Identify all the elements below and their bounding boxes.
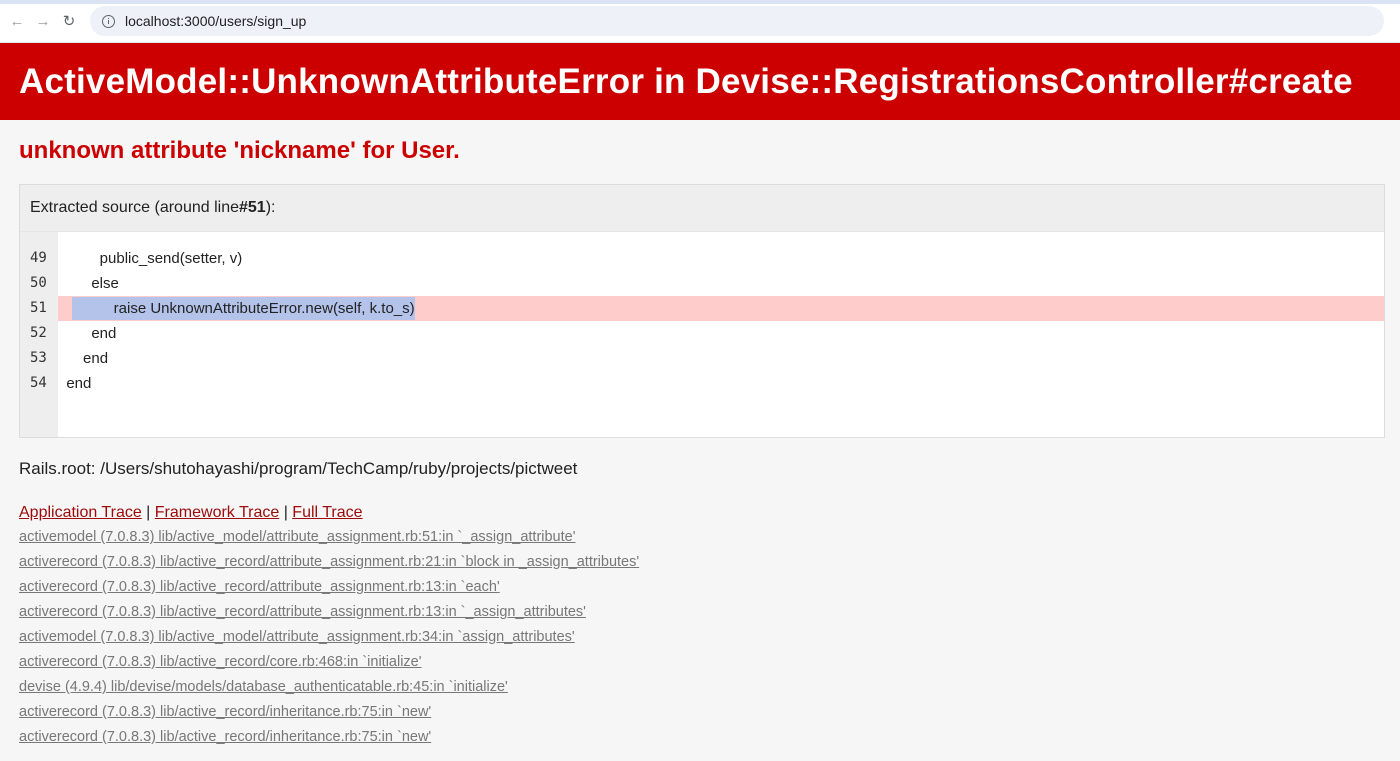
trace-line[interactable]: devise (4.9.4) lib/devise/models/databas… [19,675,1384,700]
error-header: ActiveModel::UnknownAttributeError in De… [0,43,1400,120]
trace-line[interactable]: activerecord (7.0.8.3) lib/active_record… [19,700,1384,725]
trace-line[interactable]: activerecord (7.0.8.3) lib/active_record… [19,725,1384,750]
line-number: 50 [30,275,47,291]
line-number: 54 [30,375,47,391]
code-lines: public_send(setter, v) else raise Unknow… [58,232,1384,437]
error-title: ActiveModel::UnknownAttributeError in De… [19,61,1353,101]
main-content: unknown attribute 'nickname' for User. E… [0,137,1400,750]
arrow-right-icon[interactable]: → [32,10,54,32]
source-title: Extracted source (around line #51): [20,185,1384,232]
line-number: 51 [30,300,47,316]
code-line: end [58,375,92,392]
code-line: else [58,275,119,292]
selected-code: raise UnknownAttributeError.new(self, k.… [72,297,415,320]
code-line: end [58,325,117,342]
source-body: 49 50 51 52 53 54 public_send(setter, v)… [20,232,1384,437]
trace-separator: | [279,504,293,521]
line-number: 52 [30,325,47,341]
trace-list: activemodel (7.0.8.3) lib/active_model/a… [19,525,1384,750]
source-title-prefix: Extracted source (around line [30,199,239,216]
trace-tabs: Application Trace | Framework Trace | Fu… [19,504,1384,522]
info-icon[interactable] [102,14,115,28]
address-bar[interactable]: localhost:3000/users/sign_up [90,6,1384,36]
reload-icon[interactable]: ↻ [58,10,80,32]
arrow-left-icon[interactable]: ← [6,10,28,32]
line-numbers: 49 50 51 52 53 54 [20,232,58,437]
source-title-suffix: ): [265,199,276,216]
code-line-highlighted: raise UnknownAttributeError.new(self, k.… [58,296,1384,321]
trace-line[interactable]: activerecord (7.0.8.3) lib/active_record… [19,575,1384,600]
trace-line[interactable]: activerecord (7.0.8.3) lib/active_record… [19,550,1384,575]
line-number: 53 [30,350,47,366]
line-number: 49 [30,250,47,266]
tab-strip [0,0,1400,4]
application-trace-link[interactable]: Application Trace [19,504,142,521]
framework-trace-link[interactable]: Framework Trace [155,504,279,521]
browser-toolbar: ← → ↻ localhost:3000/users/sign_up [0,0,1400,43]
error-message: unknown attribute 'nickname' for User. [19,137,460,164]
trace-line[interactable]: activerecord (7.0.8.3) lib/active_record… [19,600,1384,625]
rails-root: Rails.root: /Users/shutohayashi/program/… [19,459,578,478]
full-trace-link[interactable]: Full Trace [292,504,362,521]
trace-separator: | [141,504,155,521]
code-line: end [58,350,109,367]
trace-line[interactable]: activerecord (7.0.8.3) lib/active_record… [19,650,1384,675]
url-text[interactable]: localhost:3000/users/sign_up [125,13,306,29]
trace-line[interactable]: activemodel (7.0.8.3) lib/active_model/a… [19,625,1384,650]
code-line: public_send(setter, v) [58,250,243,267]
extracted-source: Extracted source (around line #51): 49 5… [19,184,1385,438]
source-title-line: #51 [239,199,266,216]
trace-line[interactable]: activemodel (7.0.8.3) lib/active_model/a… [19,525,1384,550]
